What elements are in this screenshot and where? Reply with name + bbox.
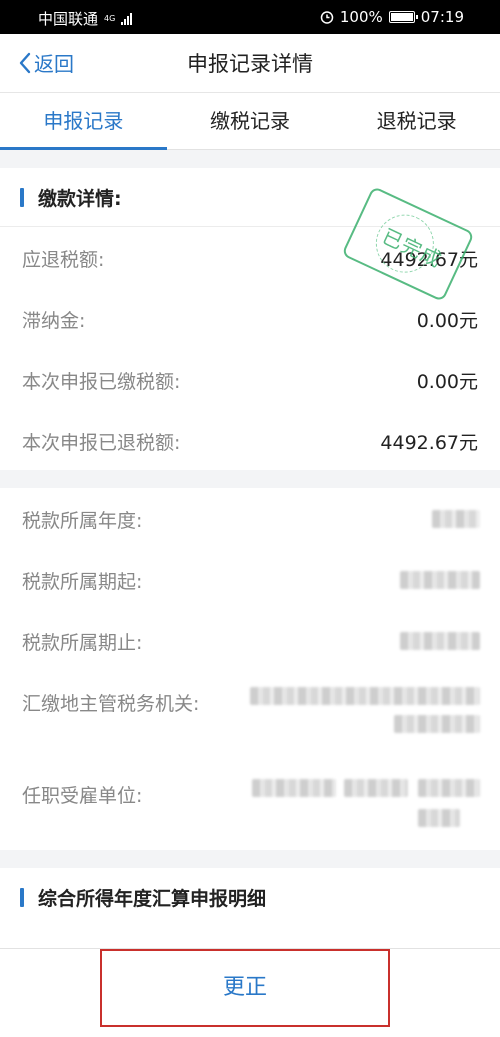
tax-info-section: 税款所属年度: 税款所属期起: 税款所属期止: 汇缴地主管税务机关: 任职受雇单… [0, 488, 500, 850]
refunded-tax-row: 本次申报已退税额: 4492.67元 [0, 410, 500, 471]
section-marker [20, 188, 24, 207]
row-label: 滞纳金: [22, 310, 86, 332]
section-title: 缴款详情: [38, 188, 122, 210]
blurred-value [418, 809, 460, 827]
row-label: 应退税额: [22, 249, 105, 271]
battery-icon [388, 11, 418, 23]
tab-refund-records[interactable]: 退税记录 [333, 93, 500, 149]
signal-icon [121, 12, 133, 25]
blurred-value [394, 715, 480, 733]
blurred-value [252, 779, 336, 797]
carrier-name: 中国联通 [38, 10, 99, 28]
blurred-value [250, 687, 480, 705]
row-label: 税款所属期止: [22, 632, 143, 654]
blurred-value [432, 510, 480, 528]
blurred-value [418, 779, 480, 797]
row-label: 汇缴地主管税务机关: [22, 693, 200, 715]
correct-button[interactable]: 更正 [100, 949, 390, 1027]
tab-payment-records[interactable]: 缴税记录 [167, 93, 334, 149]
row-label: 税款所属年度: [22, 510, 143, 532]
late-fee-row: 滞纳金: 0.00元 [0, 288, 500, 349]
row-value: 4492.67元 [380, 432, 478, 454]
status-right: 100% 07:19 [320, 8, 464, 26]
tab-bar: 申报记录 缴税记录 退税记录 [0, 93, 500, 150]
blurred-value [400, 632, 480, 650]
row-label: 本次申报已退税额: [22, 432, 181, 454]
period-end-row: 税款所属期止: [0, 610, 500, 671]
blurred-value [400, 571, 480, 589]
clock: 07:19 [420, 8, 464, 26]
row-value: 0.00元 [416, 310, 478, 332]
row-label: 税款所属期起: [22, 571, 143, 593]
section-marker [20, 888, 24, 907]
paid-tax-row: 本次申报已缴税额: 0.00元 [0, 349, 500, 410]
tab-declaration-records[interactable]: 申报记录 [0, 93, 167, 150]
blurred-value [344, 779, 408, 797]
tax-year-row: 税款所属年度: [0, 488, 500, 549]
nav-bar: 返回 申报记录详情 [0, 34, 500, 93]
status-left: 中国联通 4G [38, 8, 133, 29]
page-title: 申报记录详情 [187, 52, 313, 76]
tax-authority-row: 汇缴地主管税务机关: [0, 671, 500, 763]
alarm-icon [320, 11, 334, 24]
period-start-row: 税款所属期起: [0, 549, 500, 610]
employer-row: 任职受雇单位: [0, 763, 500, 849]
bottom-action-bar: 更正 [0, 948, 500, 1037]
app-screen: 中国联通 4G 100% 07:19 返回 申报记录详情 申报记录 缴税记录 退… [0, 0, 500, 1037]
row-value: 0.00元 [416, 371, 478, 393]
row-label: 本次申报已缴税额: [22, 371, 181, 393]
battery-percent: 100% [339, 8, 383, 26]
status-bar: 中国联通 4G 100% 07:19 [0, 0, 500, 34]
section-title: 综合所得年度汇算申报明细 [38, 888, 267, 910]
annual-summary-section: 综合所得年度汇算申报明细 [0, 868, 500, 948]
section-header: 综合所得年度汇算申报明细 [0, 868, 500, 926]
network-type: 4G [104, 13, 116, 23]
row-label: 任职受雇单位: [22, 785, 143, 807]
